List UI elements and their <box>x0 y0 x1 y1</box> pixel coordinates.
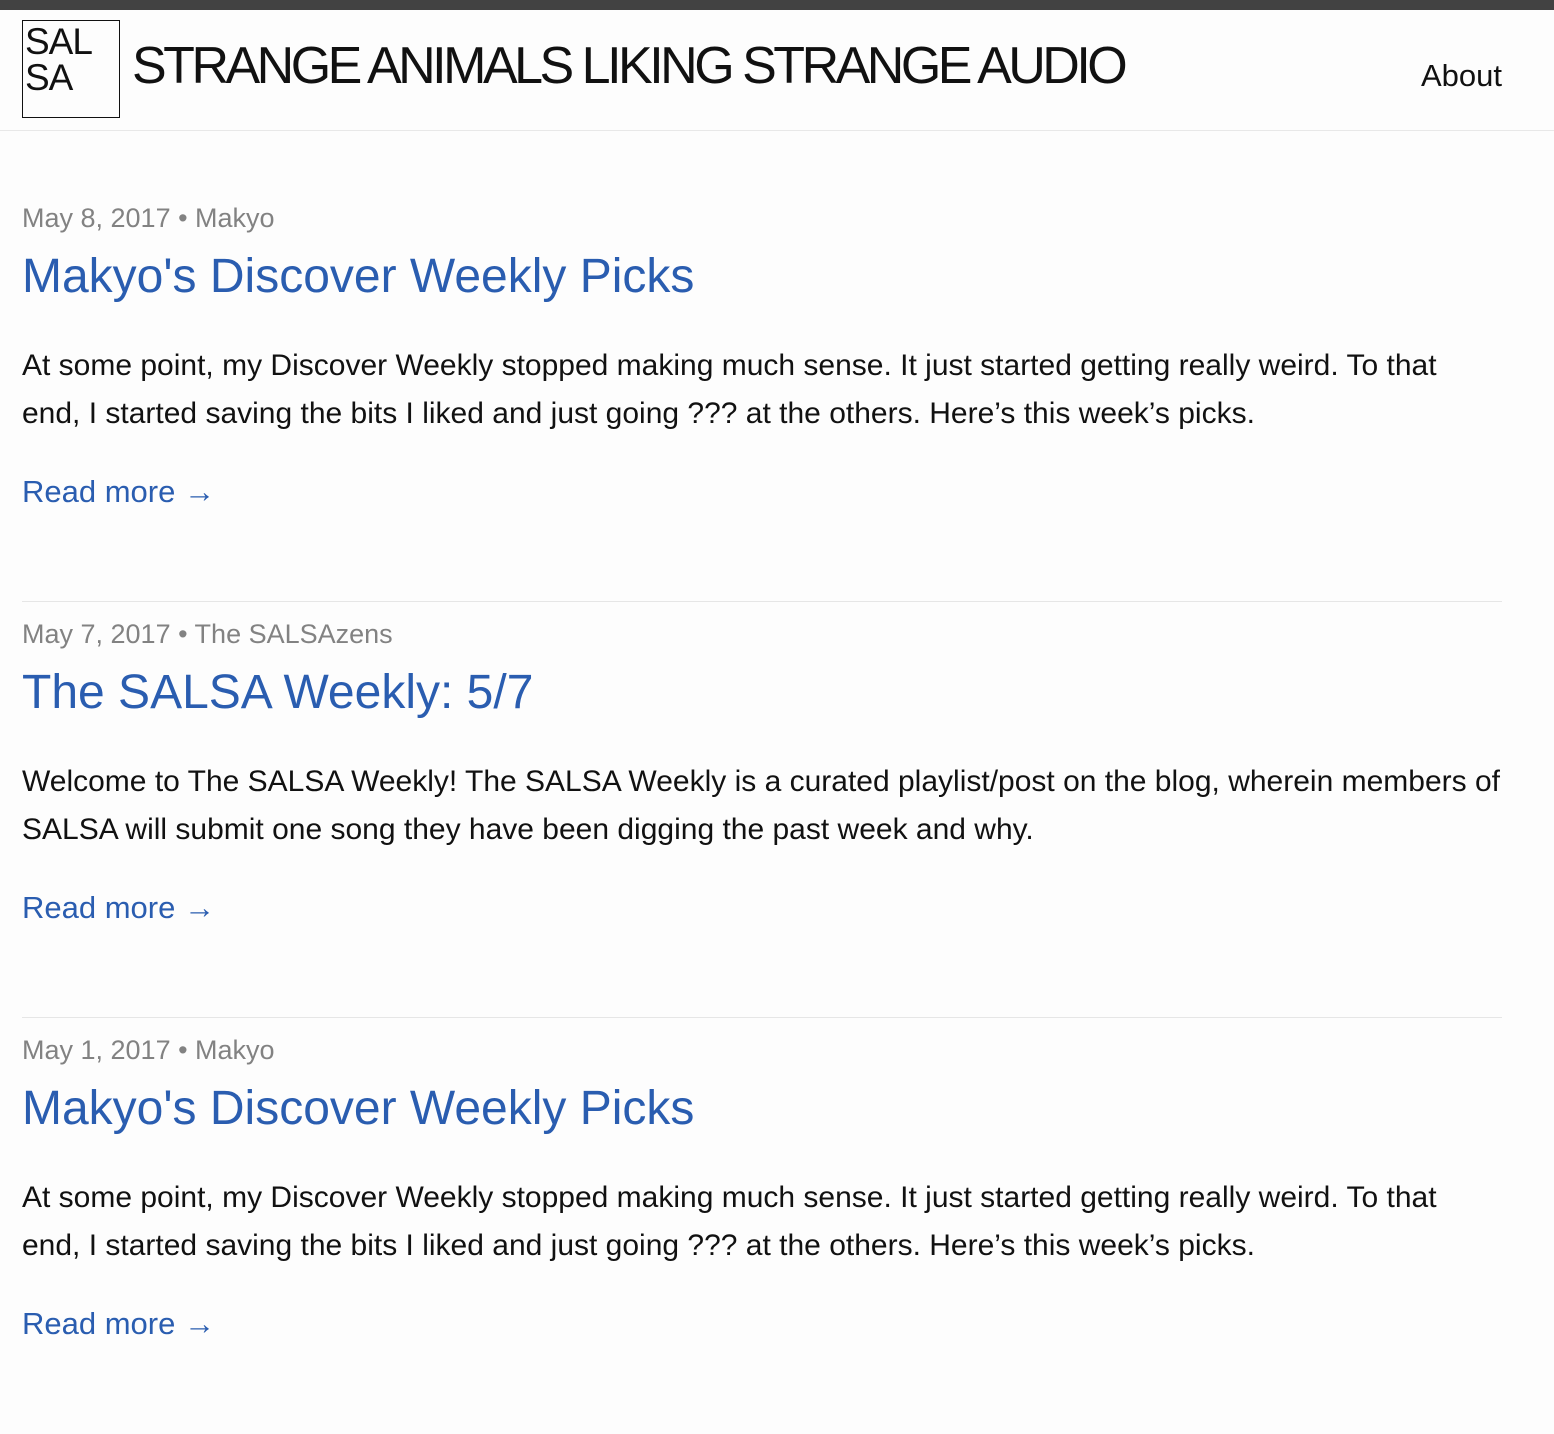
post-excerpt: At some point, my Discover Weekly stoppe… <box>22 1181 1437 1262</box>
post-meta: May 1, 2017 • Makyo <box>22 1035 275 1065</box>
post-item: May 8, 2017 • Makyo Makyo's Discover Wee… <box>22 186 1502 602</box>
logo-text-line-1: SAL <box>25 21 93 62</box>
nav-about-link[interactable]: About <box>1421 56 1502 96</box>
site-logo[interactable]: SAL SA <box>22 20 120 118</box>
read-more-link[interactable]: Read more → <box>22 472 215 512</box>
top-accent-bar <box>0 0 1554 10</box>
site-header: SAL SA STRANGE ANIMALS LIKING STRANGE AU… <box>0 10 1554 131</box>
post-meta: May 8, 2017 • Makyo <box>22 203 275 233</box>
post-excerpt: At some point, my Discover Weekly stoppe… <box>22 349 1437 430</box>
post-meta: May 7, 2017 • The SALSAzens <box>22 619 393 649</box>
post-title-link[interactable]: Makyo's Discover Weekly Picks <box>22 246 694 308</box>
post-title-link[interactable]: Makyo's Discover Weekly Picks <box>22 1078 694 1140</box>
post-list: May 8, 2017 • Makyo Makyo's Discover Wee… <box>22 186 1502 1434</box>
post-item: May 7, 2017 • The SALSAzens The SALSA We… <box>22 602 1502 1018</box>
post-item: May 1, 2017 • Makyo Makyo's Discover Wee… <box>22 1018 1502 1434</box>
logo-text-line-2: SA <box>25 57 73 98</box>
site-title-link[interactable]: STRANGE ANIMALS LIKING STRANGE AUDIO <box>132 36 1128 96</box>
read-more-link[interactable]: Read more → <box>22 1304 215 1344</box>
post-title-link[interactable]: The SALSA Weekly: 5/7 <box>22 662 533 724</box>
post-excerpt: Welcome to The SALSA Weekly! The SALSA W… <box>22 765 1500 846</box>
read-more-link[interactable]: Read more → <box>22 888 215 928</box>
